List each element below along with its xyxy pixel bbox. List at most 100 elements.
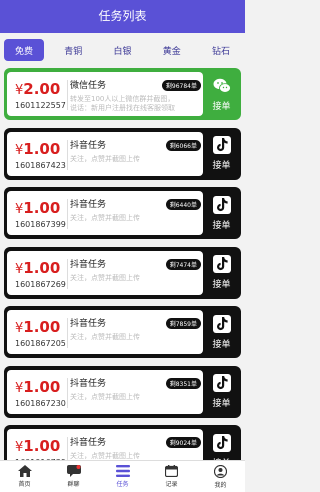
task-price: ¥1.00 [15, 377, 61, 396]
accept-label: 接单 [212, 280, 231, 290]
divider [67, 258, 68, 289]
remaining-badge: 剩8351单 [165, 377, 201, 389]
task-price: ¥1.00 [15, 318, 61, 336]
tiktok-icon [212, 195, 231, 214]
task-price: ¥2.00 [15, 80, 61, 98]
remaining-badge: 剩7474单 [165, 258, 201, 270]
remaining-badge: 剩6066单 [165, 139, 201, 151]
tabbar-tasks[interactable]: 任务 [98, 461, 147, 492]
remaining-badge: 剩6440单 [165, 199, 201, 210]
accept-button[interactable]: 接单 [205, 191, 238, 235]
task-price: ¥1.00 [15, 258, 61, 277]
accept-button[interactable]: 接单 [205, 370, 238, 414]
accept-label: 接单 [212, 339, 231, 350]
tiktok-icon [212, 136, 231, 154]
divider [67, 377, 68, 408]
task-id: 1601867269 [15, 279, 66, 289]
task-id: 1601867423 [15, 160, 66, 170]
task-description: 关注，点赞并截图上传 [70, 333, 140, 341]
remaining-badge: 剩9024单 [165, 437, 201, 448]
task-id: 1601122557 [15, 101, 66, 110]
tabbar-records[interactable]: 记录 [147, 461, 196, 492]
tabbar-home[interactable]: 首页 [0, 461, 49, 492]
task-card-douyin: ¥1.00 1601867205 抖音任务 关注，点赞并截图上传 剩7859单 … [4, 306, 241, 358]
task-description: 转发至100人以上微信群并截图，说话：新用户注册找在线客服领取8元红包 [70, 95, 175, 112]
task-card-douyin: ¥1.00 1601867230 抖音任务 关注，点赞并截图上传 剩8351单 … [4, 365, 241, 418]
task-info: ¥1.00 1601867230 抖音任务 关注，点赞并截图上传 剩8351单 [7, 369, 203, 414]
task-card-douyin: ¥1.00 1601916739 抖音任务 关注，点赞并截图上传 剩9024单 … [4, 425, 241, 460]
tiktok-icon [212, 433, 231, 452]
task-card-douyin: ¥1.00 1601867269 抖音任务 关注，点赞并截图上传 剩7474单 … [4, 246, 241, 299]
task-title: 抖音任务 [70, 140, 107, 151]
divider [67, 437, 68, 460]
chat-icon [66, 465, 81, 477]
task-card-douyin: ¥1.00 1601867423 抖音任务 关注，点赞并截图上传 剩6066单 … [4, 127, 241, 180]
tabbar-label: 群聊 [67, 481, 80, 488]
page-title: 任务列表 [98, 9, 147, 23]
tabbar-label: 记录 [165, 481, 178, 488]
top-bar: 任务列表 [0, 0, 245, 33]
level-tabs: 免费 青铜 白银 黄金 钻石 [4, 37, 241, 63]
home-icon [17, 465, 32, 477]
divider [67, 139, 68, 170]
task-price: ¥1.00 [15, 199, 61, 217]
bottom-tab-bar: 首页 群聊 任务 记录 我的 [0, 460, 245, 492]
divider [67, 199, 68, 229]
accept-label: 接单 [212, 220, 231, 231]
divider [67, 318, 68, 348]
accept-label: 接单 [212, 101, 231, 112]
accept-button[interactable]: 接单 [205, 132, 238, 176]
task-info: ¥1.00 1601867205 抖音任务 关注，点赞并截图上传 剩7859单 [7, 310, 203, 354]
task-list: ¥2.00 1601122557 微信任务 转发至100人以上微信群并截图，说话… [4, 68, 241, 460]
task-title: 抖音任务 [70, 259, 107, 270]
tab-diamond[interactable]: 钻石 [201, 39, 241, 61]
tab-free[interactable]: 免费 [4, 39, 44, 61]
task-info: ¥1.00 1601916739 抖音任务 关注，点赞并截图上传 剩9024单 [7, 429, 203, 460]
tabbar-label: 任务 [116, 481, 129, 488]
remaining-badge: 剩96784单 [161, 80, 201, 91]
task-info: ¥2.00 1601122557 微信任务 转发至100人以上微信群并截图，说话… [7, 72, 203, 116]
task-price: ¥1.00 [15, 437, 61, 455]
tabbar-chat[interactable]: 群聊 [49, 461, 98, 492]
task-card-wechat: ¥2.00 1601122557 微信任务 转发至100人以上微信群并截图，说话… [4, 68, 241, 120]
task-description: 关注，点赞并截图上传 [70, 273, 140, 282]
task-price: ¥1.00 [15, 139, 61, 158]
accept-button[interactable]: 接单 [205, 72, 238, 116]
task-title: 抖音任务 [70, 200, 107, 210]
task-list-icon [115, 465, 130, 477]
task-title: 抖音任务 [70, 378, 107, 389]
task-info: ¥1.00 1601867269 抖音任务 关注，点赞并截图上传 剩7474单 [7, 250, 203, 295]
accept-label: 接单 [212, 399, 231, 409]
task-description: 关注，点赞并截图上传 [70, 214, 140, 222]
tabbar-label: 我的 [214, 481, 227, 489]
task-description: 关注，点赞并截图上传 [70, 392, 140, 401]
task-id: 1601867205 [15, 339, 66, 348]
task-card-douyin: ¥1.00 1601867399 抖音任务 关注，点赞并截图上传 剩6440单 … [4, 187, 241, 239]
task-description: 关注，点赞并截图上传 [70, 452, 140, 460]
tiktok-icon [212, 374, 231, 392]
accept-button[interactable]: 接单 [205, 429, 238, 460]
accept-button[interactable]: 接单 [205, 310, 238, 354]
wechat-icon [213, 77, 231, 95]
tabbar-label: 首页 [18, 481, 31, 488]
tiktok-icon [212, 255, 231, 273]
task-id: 1601867399 [15, 220, 66, 229]
user-icon [214, 464, 227, 478]
tiktok-icon [212, 314, 231, 333]
task-description: 关注，点赞并截图上传 [70, 154, 140, 163]
tab-silver[interactable]: 白银 [103, 39, 143, 61]
accept-label: 接单 [212, 161, 231, 171]
task-title: 微信任务 [70, 81, 107, 91]
tabbar-me[interactable]: 我的 [196, 461, 245, 492]
task-title: 抖音任务 [70, 438, 107, 448]
calendar-icon [165, 465, 178, 477]
divider [67, 80, 68, 110]
tab-bronze[interactable]: 青铜 [53, 39, 93, 61]
task-title: 抖音任务 [70, 319, 107, 329]
task-info: ¥1.00 1601867423 抖音任务 关注，点赞并截图上传 剩6066单 [7, 131, 203, 176]
accept-button[interactable]: 接单 [205, 251, 238, 295]
tab-gold[interactable]: 黄金 [152, 39, 192, 61]
task-id: 1601867230 [15, 398, 66, 408]
remaining-badge: 剩7859单 [165, 318, 201, 329]
task-info: ¥1.00 1601867399 抖音任务 关注，点赞并截图上传 剩6440单 [7, 191, 203, 235]
